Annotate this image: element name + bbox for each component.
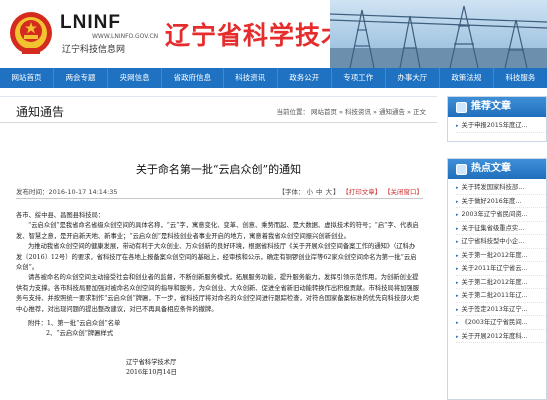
hot-item[interactable]: 关于做好2016年度... [456, 195, 546, 208]
section-header: 通知通告 当前位置： 网站首页» 科技资讯» 通知通告» 正文 [0, 97, 437, 123]
breadcrumb: 当前位置： 网站首页» 科技资讯» 通知通告» 正文 [276, 106, 427, 116]
publish-time: 发布时间：2016-10-17 14:14:35 [16, 188, 118, 196]
article-paragraph: 请各被命名的众创空间主动接受社会和创业者的监督，不断创新服务模式，拓展服务功能，… [16, 274, 420, 313]
recommend-box: 推荐文章 关于申报2015年度辽... [447, 96, 547, 142]
article-paragraph: 为推动我省众创空间的健康发展，带动有利于大众创业、万众创新的良好环境，根据省科技… [16, 243, 417, 272]
close-window-button[interactable]: 【关闭窗口】 [387, 188, 423, 196]
article-tools: 【字体：小中大】 【打印文章】 【关闭窗口】 [279, 186, 424, 196]
attachment-1-link[interactable]: 附件：1、第一批“云启众创”名单 [16, 319, 421, 329]
breadcrumb-separator: » [407, 108, 411, 116]
site-header: LNINF WWW.LNINFO.GOV.CN 辽宁科技信息网 辽宁省科学技术厅 [0, 0, 547, 68]
nav-item-provincial-news[interactable]: 省政府信息 [162, 68, 224, 88]
hot-item[interactable]: 关于第二批2012年度... [456, 276, 546, 289]
sign-date: 2016年10月14日 [126, 369, 177, 377]
breadcrumb-prefix: 当前位置： [276, 108, 310, 116]
main-nav: 网站首页 两会专题 央网信息 省政府信息 科技资讯 政务公开 专项工作 办事大厅… [0, 68, 547, 88]
nav-item-service-hall[interactable]: 办事大厅 [386, 68, 440, 88]
article-body: 各市、绥中县、昌图县科技局： “云启众创”是我省命名省级众创空间的具体名称，“云… [16, 211, 421, 340]
site-logo[interactable]: LNINF [60, 12, 121, 34]
nav-item-open-government[interactable]: 政务公开 [278, 68, 332, 88]
recommend-item[interactable]: 关于申报2015年度辽... [456, 119, 546, 133]
section-bullet-icon [456, 101, 467, 113]
breadcrumb-home[interactable]: 网站首页 [311, 108, 337, 116]
section-bullet-icon [456, 163, 467, 175]
article-panel: 通知通告 当前位置： 网站首页» 科技资讯» 通知通告» 正文 关于命名第一批“云启众创… [0, 96, 437, 400]
hot-item[interactable]: 关于开展2012年度科... [456, 330, 546, 343]
article-title: 关于命名第一批“云启众创”的通知 [135, 163, 302, 176]
hot-list: 关于转发国家科技部... 关于做好2016年度... 2003年辽宁省民间资..… [448, 179, 546, 343]
font-size-medium[interactable]: 中 [316, 188, 323, 196]
logo-subtitle: 辽宁科技信息网 [62, 45, 126, 55]
nav-item-policy[interactable]: 政策法规 [440, 68, 494, 88]
recommend-title: 推荐文章 [471, 101, 511, 112]
hot-item[interactable]: 关于签定2013年辽宁... [456, 303, 546, 316]
font-size-large[interactable]: 大 [326, 188, 333, 196]
recommend-header: 推荐文章 [448, 97, 546, 117]
article-meta: 发布时间：2016-10-17 14:14:35 【字体：小中大】 【打印文章】【… [16, 183, 423, 199]
article-salutation: 各市、绥中县、昌图县科技局： [16, 212, 105, 219]
signer: 辽宁省科学技术厅 [126, 359, 177, 366]
nav-item-tech-service[interactable]: 科技服务 [494, 68, 547, 88]
print-article-button[interactable]: 【打印文章】 [346, 188, 382, 196]
hot-header: 热点文章 [448, 159, 546, 179]
hot-item[interactable]: 关于转发国家科技部... [456, 181, 546, 195]
hot-item[interactable]: 关于征集省级重点实... [456, 222, 546, 235]
hot-box: 热点文章 关于转发国家科技部... 关于做好2016年度... 2003年辽宁省… [447, 158, 547, 400]
national-emblem-icon [10, 12, 52, 54]
logo-domain: WWW.LNINFO.GOV.CN [92, 33, 159, 40]
font-size-label: 【字体： [278, 188, 305, 196]
attachment-2-link[interactable]: 2、“云启众创”牌匾样式 [16, 329, 421, 339]
breadcrumb-tech-news[interactable]: 科技资讯 [345, 108, 371, 116]
hot-item[interactable]: 关于第二批2011年辽... [456, 289, 546, 303]
header-banner-image [330, 0, 547, 68]
article-paragraph: “云启众创”是我省命名省级众创空间的具体名称，“云”字，寓意变化、变革、创意、乘… [16, 222, 419, 240]
font-size-small[interactable]: 小 [307, 188, 314, 196]
nav-item-tech-news[interactable]: 科技资讯 [224, 68, 278, 88]
breadcrumb-separator: » [339, 108, 344, 116]
hot-item[interactable]: 关于2011年辽宁省云... [456, 262, 546, 276]
nav-item-two-sessions[interactable]: 两会专题 [54, 68, 109, 88]
article-signature: 辽宁省科学技术厅 2016年10月14日 [126, 358, 177, 379]
hot-item[interactable]: 辽宁省科技型中小企... [456, 235, 546, 249]
recommend-list: 关于申报2015年度辽... [448, 117, 546, 133]
hot-item[interactable]: 关于第一批2012年度... [456, 249, 546, 262]
breadcrumb-notices[interactable]: 通知通告 [379, 108, 405, 116]
hot-item[interactable]: 《2003年辽宁省民间... [456, 316, 546, 330]
nav-item-central-news[interactable]: 央网信息 [108, 68, 163, 88]
nav-item-special-work[interactable]: 专项工作 [332, 68, 386, 88]
sidebar: 推荐文章 关于申报2015年度辽... 热点文章 关于转发国家科技部... 关于… [447, 96, 547, 400]
nav-item-home[interactable]: 网站首页 [0, 68, 55, 88]
hot-title: 热点文章 [471, 163, 511, 174]
font-size-end: 】 [333, 188, 340, 196]
section-title: 通知通告 [16, 105, 65, 119]
breadcrumb-current: 正文 [413, 108, 426, 116]
breadcrumb-separator: » [373, 108, 378, 116]
hot-item[interactable]: 2003年辽宁省民间资... [456, 208, 546, 222]
